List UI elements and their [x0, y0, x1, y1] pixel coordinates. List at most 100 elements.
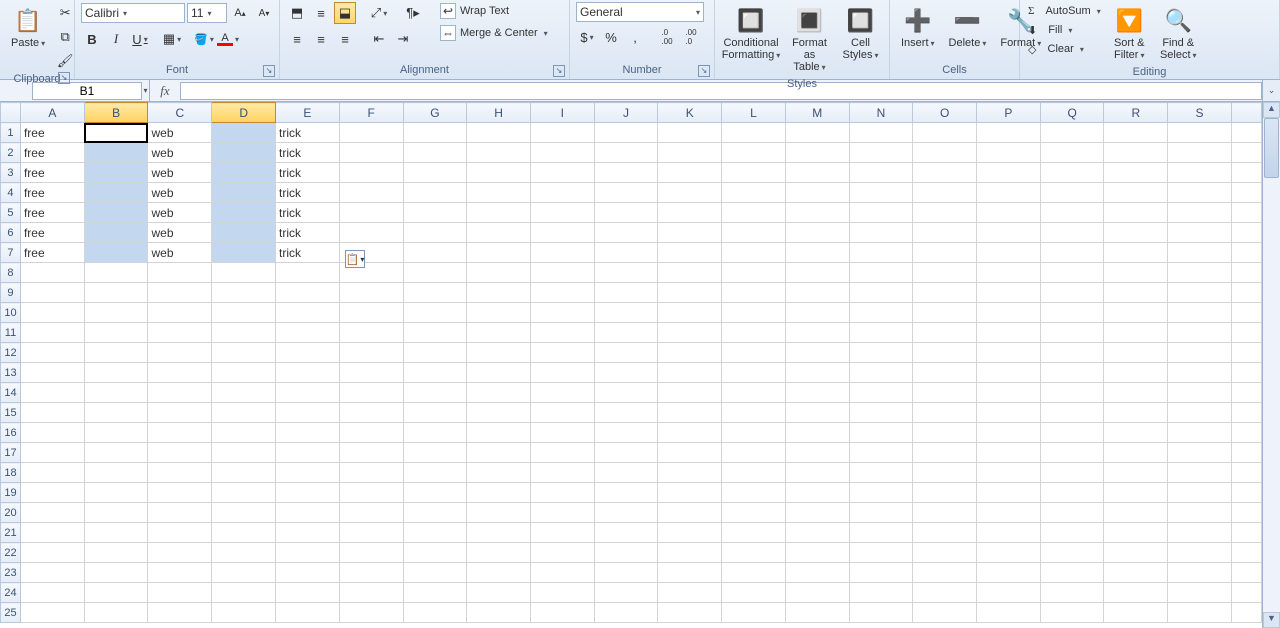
cell-A5[interactable]: free: [20, 203, 84, 223]
cell-I10[interactable]: [531, 303, 595, 323]
cell-K22[interactable]: [658, 543, 722, 563]
vertical-scrollbar[interactable]: ▲ ▼: [1262, 102, 1280, 628]
cell-N7[interactable]: [849, 243, 913, 263]
cell-L10[interactable]: [722, 303, 786, 323]
cell-E16[interactable]: [276, 423, 340, 443]
cell-B11[interactable]: [84, 323, 148, 343]
cell-D3[interactable]: [212, 163, 276, 183]
cell-H25[interactable]: [467, 603, 531, 623]
cell-A18[interactable]: [20, 463, 84, 483]
cell-A3[interactable]: free: [20, 163, 84, 183]
cell-D6[interactable]: [212, 223, 276, 243]
cell-R18[interactable]: [1104, 463, 1168, 483]
cell-D20[interactable]: [212, 503, 276, 523]
orientation-button[interactable]: ⤢: [368, 2, 390, 24]
cell-H13[interactable]: [467, 363, 531, 383]
cell-B2[interactable]: [84, 143, 148, 163]
cell-R17[interactable]: [1104, 443, 1168, 463]
cell-K6[interactable]: [658, 223, 722, 243]
row-header-24[interactable]: 24: [1, 583, 21, 603]
cell-K18[interactable]: [658, 463, 722, 483]
cell-J1[interactable]: [594, 123, 658, 143]
cell-H22[interactable]: [467, 543, 531, 563]
cell-E18[interactable]: [276, 463, 340, 483]
cell-K4[interactable]: [658, 183, 722, 203]
cell-R1[interactable]: [1104, 123, 1168, 143]
cell-Q4[interactable]: [1040, 183, 1104, 203]
cell-P15[interactable]: [977, 403, 1041, 423]
cell-B21[interactable]: [84, 523, 148, 543]
cell-R13[interactable]: [1104, 363, 1168, 383]
cell-I12[interactable]: [531, 343, 595, 363]
cell-A9[interactable]: [20, 283, 84, 303]
cell-B13[interactable]: [84, 363, 148, 383]
decrease-decimal-button[interactable]: .00.0: [680, 26, 702, 48]
cell-N22[interactable]: [849, 543, 913, 563]
increase-indent-button[interactable]: ⇥: [392, 28, 414, 50]
cell-N1[interactable]: [849, 123, 913, 143]
cell-G14[interactable]: [403, 383, 467, 403]
shrink-font-button[interactable]: A▾: [253, 2, 275, 24]
cell-O8[interactable]: [913, 263, 977, 283]
cell-O22[interactable]: [913, 543, 977, 563]
cell-N24[interactable]: [849, 583, 913, 603]
clear-button[interactable]: ◇ Clear: [1026, 40, 1103, 58]
cell-E1[interactable]: trick: [276, 123, 340, 143]
cell-K14[interactable]: [658, 383, 722, 403]
italic-button[interactable]: I: [105, 28, 127, 50]
cell-A11[interactable]: [20, 323, 84, 343]
cell-P22[interactable]: [977, 543, 1041, 563]
row-header-1[interactable]: 1: [1, 123, 21, 143]
cell-H12[interactable]: [467, 343, 531, 363]
cell-P9[interactable]: [977, 283, 1041, 303]
cell-H14[interactable]: [467, 383, 531, 403]
cell-P1[interactable]: [977, 123, 1041, 143]
cell-O7[interactable]: [913, 243, 977, 263]
cell-P8[interactable]: [977, 263, 1041, 283]
cell-H8[interactable]: [467, 263, 531, 283]
row-header-9[interactable]: 9: [1, 283, 21, 303]
cell-J3[interactable]: [594, 163, 658, 183]
cell-Q23[interactable]: [1040, 563, 1104, 583]
cell-O18[interactable]: [913, 463, 977, 483]
font-dialog-launcher[interactable]: ↘: [263, 65, 275, 77]
cell-N17[interactable]: [849, 443, 913, 463]
cell-C16[interactable]: [148, 423, 212, 443]
cell-F12[interactable]: [339, 343, 403, 363]
cell-R3[interactable]: [1104, 163, 1168, 183]
cell-Q10[interactable]: [1040, 303, 1104, 323]
cell-E11[interactable]: [276, 323, 340, 343]
cell-L16[interactable]: [722, 423, 786, 443]
cell-Q8[interactable]: [1040, 263, 1104, 283]
cell-F18[interactable]: [339, 463, 403, 483]
cell-S1[interactable]: [1168, 123, 1232, 143]
cell-J23[interactable]: [594, 563, 658, 583]
cell-D12[interactable]: [212, 343, 276, 363]
cell-K5[interactable]: [658, 203, 722, 223]
cell-C4[interactable]: web: [148, 183, 212, 203]
cell-D13[interactable]: [212, 363, 276, 383]
cell-L5[interactable]: [722, 203, 786, 223]
cell-F6[interactable]: [339, 223, 403, 243]
cell-K13[interactable]: [658, 363, 722, 383]
cell-Q18[interactable]: [1040, 463, 1104, 483]
cell-C2[interactable]: web: [148, 143, 212, 163]
cell-Q21[interactable]: [1040, 523, 1104, 543]
row-header-7[interactable]: 7: [1, 243, 21, 263]
cell-L3[interactable]: [722, 163, 786, 183]
cell-A13[interactable]: [20, 363, 84, 383]
cell-H4[interactable]: [467, 183, 531, 203]
cell-K9[interactable]: [658, 283, 722, 303]
cell-G13[interactable]: [403, 363, 467, 383]
cell-F15[interactable]: [339, 403, 403, 423]
cell-J2[interactable]: [594, 143, 658, 163]
cell-N10[interactable]: [849, 303, 913, 323]
cell-K19[interactable]: [658, 483, 722, 503]
cell-B22[interactable]: [84, 543, 148, 563]
cell-styles-button[interactable]: 🔲CellStyles: [838, 2, 883, 65]
alignment-dialog-launcher[interactable]: ↘: [553, 65, 565, 77]
row-header-20[interactable]: 20: [1, 503, 21, 523]
column-header-S[interactable]: S: [1168, 103, 1232, 123]
cell-E13[interactable]: [276, 363, 340, 383]
cell-K23[interactable]: [658, 563, 722, 583]
